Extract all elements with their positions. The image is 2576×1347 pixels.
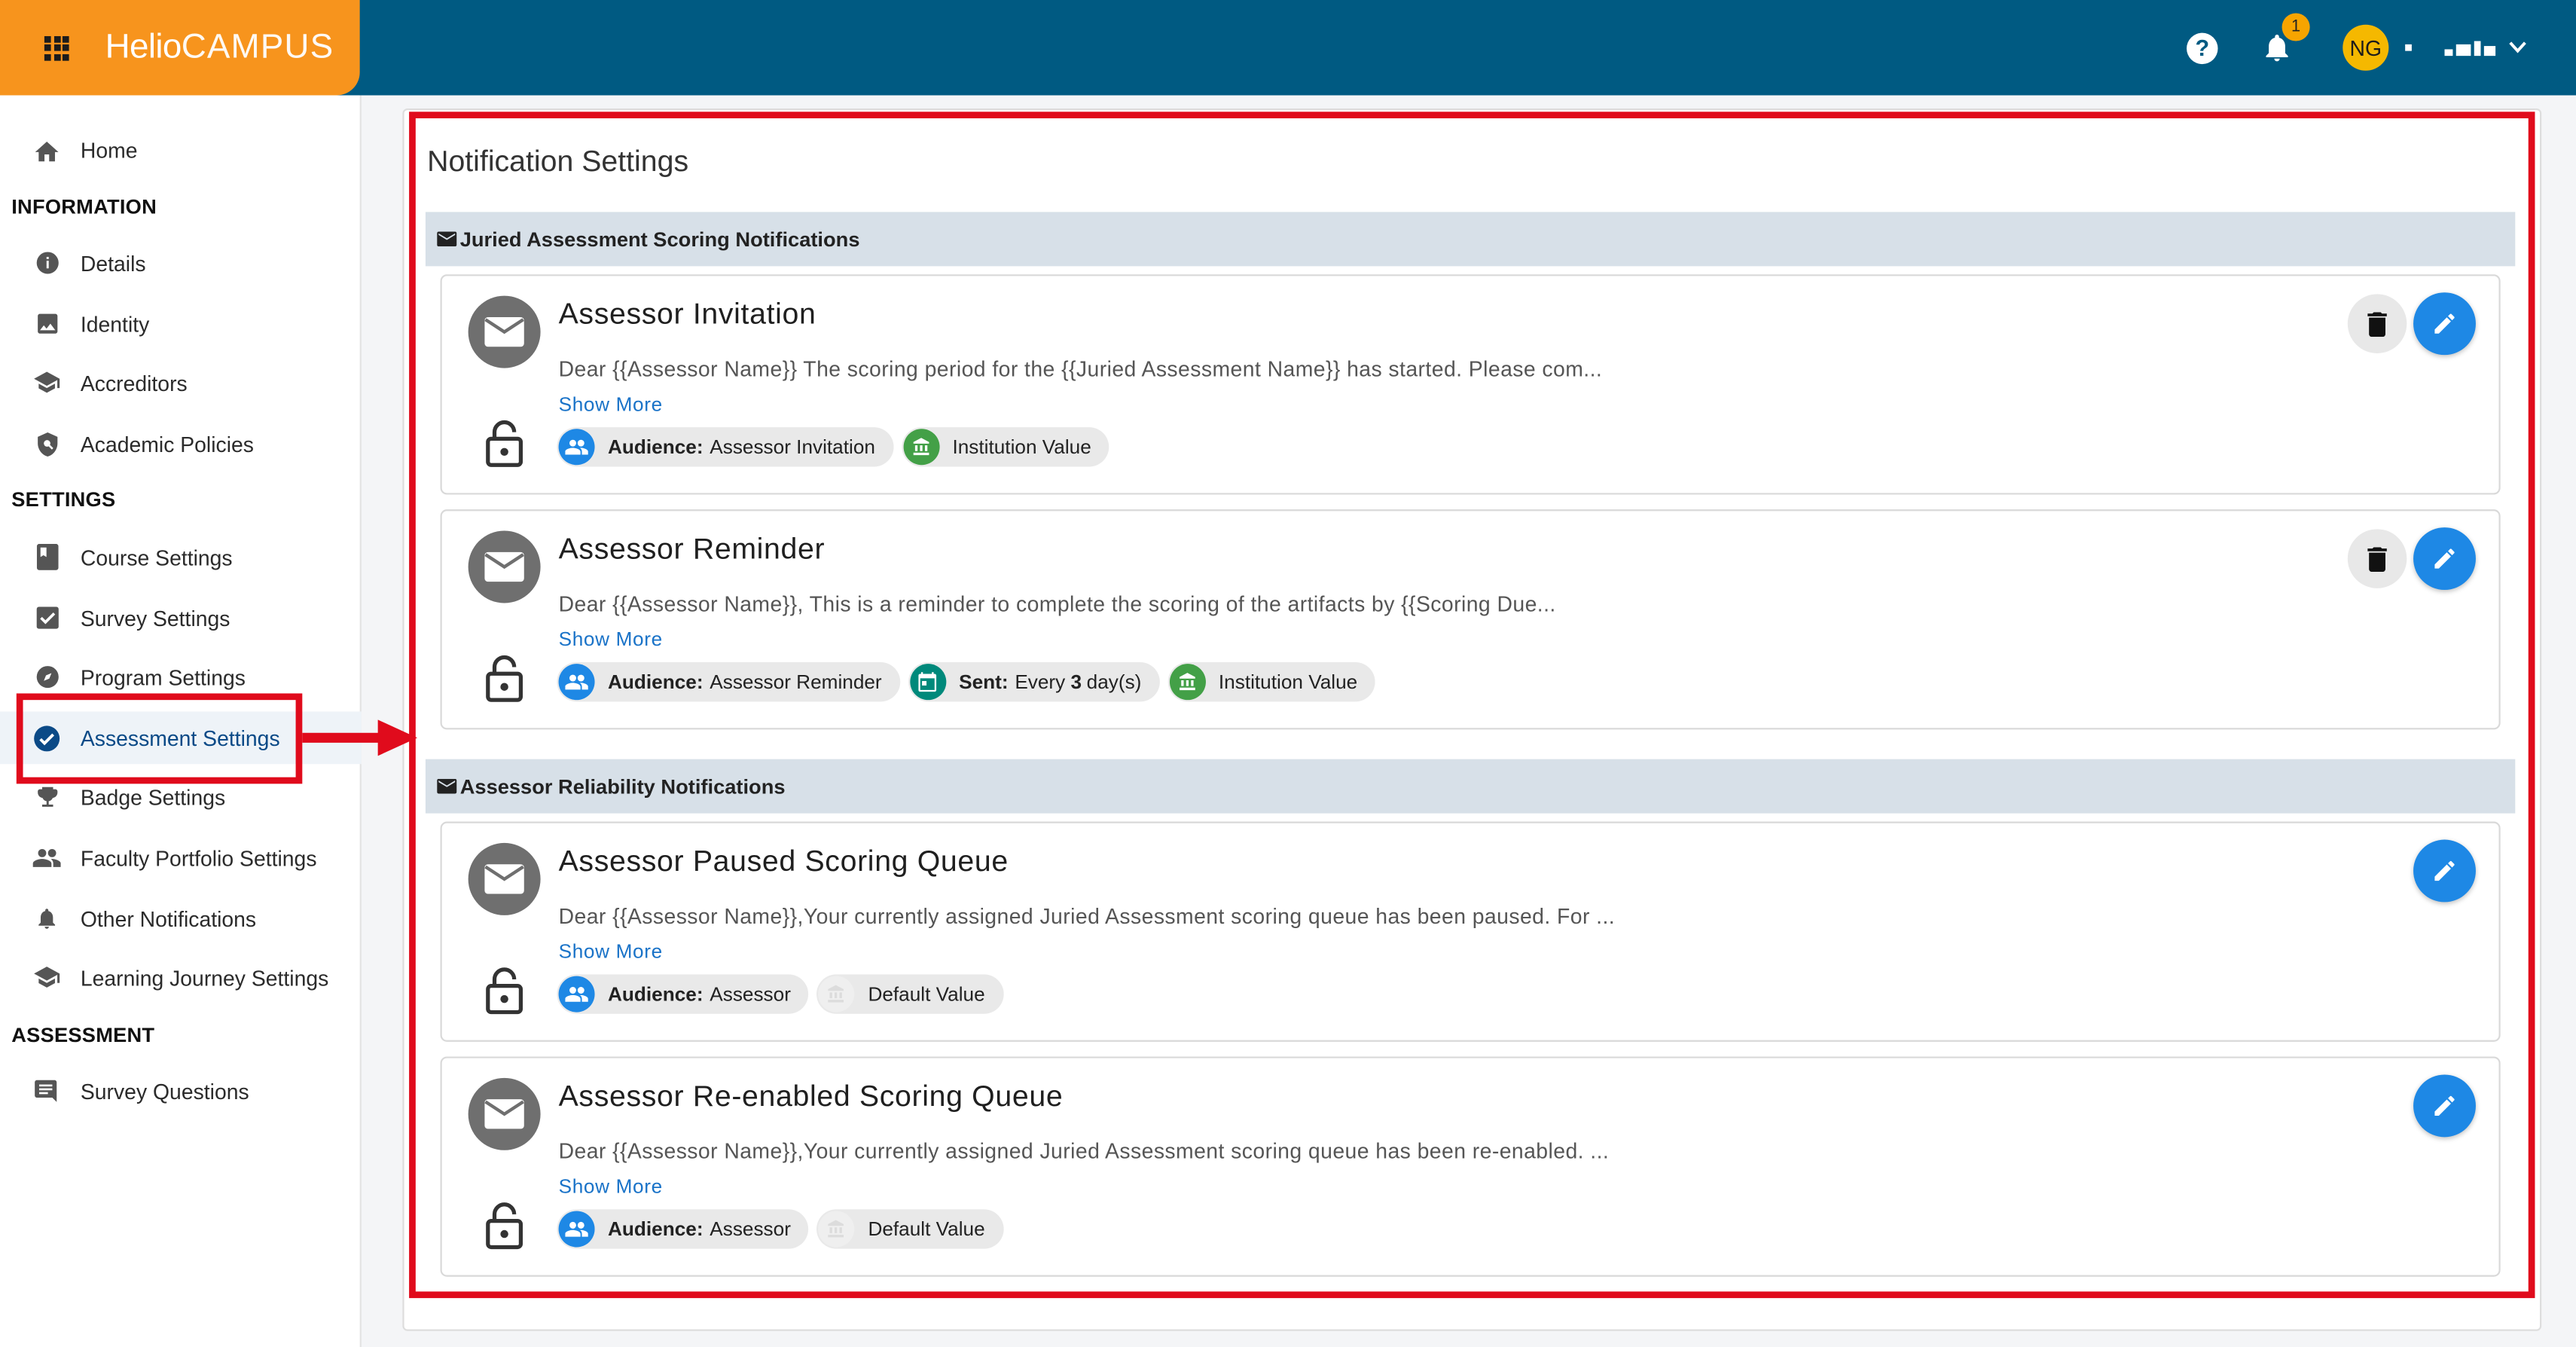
sidebar-item-survey-questions[interactable]: Survey Questions bbox=[0, 1064, 362, 1117]
help-icon[interactable]: ? bbox=[2187, 32, 2218, 63]
sidebar-item-home[interactable]: Home bbox=[0, 124, 362, 176]
sidebar-item-academic-policies[interactable]: Academic Policies bbox=[0, 417, 362, 470]
sidebar-label: Course Settings bbox=[80, 545, 233, 570]
highlight-box-sidebar bbox=[16, 693, 303, 784]
status-dot bbox=[2405, 44, 2412, 51]
user-name-redacted[interactable] bbox=[2444, 40, 2496, 56]
sidebar-label: Faculty Portfolio Settings bbox=[80, 845, 317, 870]
highlight-arrow-icon bbox=[302, 719, 418, 756]
sidebar-item-learning-journey-settings[interactable]: Learning Journey Settings bbox=[0, 951, 362, 1004]
bell-icon bbox=[33, 905, 61, 933]
sidebar-label: Accreditors bbox=[80, 370, 188, 396]
sidebar-label: Program Settings bbox=[80, 664, 246, 689]
checkbox-icon bbox=[33, 604, 61, 632]
user-menu-chevron-down-icon[interactable] bbox=[2509, 36, 2527, 60]
sidebar-label: Survey Questions bbox=[80, 1078, 249, 1104]
app-logo[interactable]: HelioCAMPUS bbox=[105, 28, 334, 67]
sidebar-label: Other Notifications bbox=[80, 906, 257, 931]
policy-shield-icon bbox=[33, 429, 61, 457]
brand-block: HelioCAMPUS bbox=[0, 0, 360, 96]
school-icon bbox=[33, 369, 61, 397]
sidebar-section-assessment: ASSESSMENT bbox=[11, 1023, 155, 1047]
school-icon bbox=[33, 964, 61, 991]
notification-count-badge: 1 bbox=[2281, 13, 2310, 41]
sidebar-item-identity[interactable]: Identity bbox=[0, 298, 362, 350]
sidebar-item-survey-settings[interactable]: Survey Settings bbox=[0, 591, 362, 644]
sidebar-section-information: INFORMATION bbox=[11, 195, 157, 219]
sidebar-item-faculty-portfolio-settings[interactable]: Faculty Portfolio Settings bbox=[0, 832, 362, 884]
user-avatar[interactable]: NG bbox=[2343, 24, 2389, 71]
sidebar-label: Details bbox=[80, 250, 146, 276]
comment-icon bbox=[33, 1077, 61, 1105]
info-icon bbox=[33, 249, 61, 276]
notifications-bell-icon[interactable]: 1 bbox=[2260, 13, 2310, 64]
home-icon bbox=[33, 136, 61, 163]
sidebar-item-other-notifications[interactable]: Other Notifications bbox=[0, 892, 362, 945]
trophy-icon bbox=[33, 783, 61, 811]
sidebar-label: Learning Journey Settings bbox=[80, 965, 329, 991]
sidebar-label: Survey Settings bbox=[80, 605, 230, 631]
sidebar-item-details[interactable]: Details bbox=[0, 237, 362, 289]
sidebar-section-settings: SETTINGS bbox=[11, 487, 116, 512]
top-header: HelioCAMPUS ? 1 NG bbox=[0, 0, 2576, 96]
book-icon bbox=[33, 543, 61, 571]
sidebar-label: Identity bbox=[80, 311, 150, 337]
sidebar-label: Badge Settings bbox=[80, 784, 226, 810]
people-icon bbox=[32, 844, 61, 872]
sidebar-item-course-settings[interactable]: Course Settings bbox=[0, 531, 362, 584]
sidebar-label: Academic Policies bbox=[80, 431, 254, 457]
sidebar-item-accreditors[interactable]: Accreditors bbox=[0, 356, 362, 409]
image-icon bbox=[33, 310, 61, 338]
sidebar-label: Home bbox=[80, 137, 138, 162]
highlight-box-main bbox=[409, 111, 2535, 1299]
compass-icon bbox=[33, 663, 61, 691]
apps-grid-icon[interactable] bbox=[44, 35, 69, 60]
